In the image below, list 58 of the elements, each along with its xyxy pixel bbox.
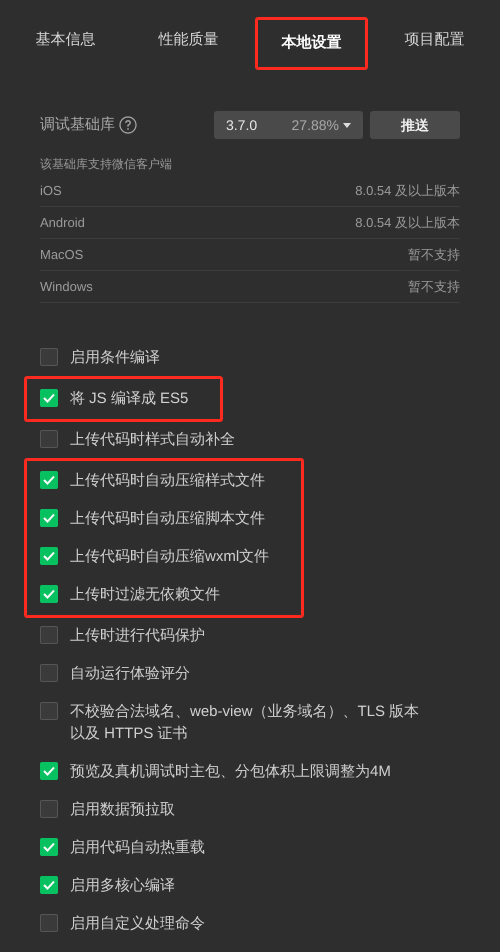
- option-label: 启用条件编译: [70, 348, 160, 368]
- support-value: 8.0.54 及以上版本: [355, 182, 460, 200]
- option-label: 上传代码时自动压缩脚本文件: [70, 509, 265, 529]
- checkbox[interactable]: [40, 585, 58, 603]
- option-label: 上传代码时自动压缩样式文件: [70, 471, 265, 491]
- checkbox[interactable]: [40, 389, 58, 407]
- version-text: 3.7.0: [226, 116, 258, 134]
- checkbox[interactable]: [40, 876, 58, 894]
- support-value: 8.0.54 及以上版本: [355, 214, 460, 232]
- check-icon: [43, 589, 55, 599]
- check-icon: [43, 766, 55, 776]
- tab[interactable]: 本地设置: [255, 17, 368, 70]
- option-label: 不校验合法域名、web-view（业务域名）、TLS 版本以及 HTTPS 证书: [70, 702, 420, 744]
- caret-icon: [343, 122, 351, 128]
- tab[interactable]: 性能质量: [132, 17, 245, 70]
- option-label: 上传代码时自动压缩wxml文件: [70, 547, 270, 567]
- checkbox[interactable]: [40, 762, 58, 780]
- option-label: 将 JS 编译成 ES5: [70, 389, 188, 409]
- check-icon: [43, 880, 55, 890]
- setting-label: 调试基础库: [40, 114, 115, 135]
- option-label: 上传时过滤无依赖文件: [70, 585, 220, 605]
- platform-name: Windows: [40, 278, 93, 296]
- checkbox[interactable]: [40, 430, 58, 448]
- check-icon: [43, 475, 55, 485]
- push-button[interactable]: 推送: [370, 111, 460, 139]
- checkbox[interactable]: [40, 914, 58, 932]
- checkbox[interactable]: [40, 838, 58, 856]
- platform-name: MacOS: [40, 246, 84, 264]
- tab[interactable]: 项目配置: [378, 17, 491, 70]
- tab[interactable]: 基本信息: [9, 17, 122, 70]
- option-label: 启用代码自动热重载: [70, 838, 205, 858]
- option-label: 预览及真机调试时主包、分包体积上限调整为4M: [70, 762, 391, 782]
- checkbox[interactable]: [40, 800, 58, 818]
- checkbox[interactable]: [40, 547, 58, 565]
- check-icon: [43, 393, 55, 403]
- check-icon: [43, 513, 55, 523]
- checkbox[interactable]: [40, 348, 58, 366]
- checkbox[interactable]: [40, 626, 58, 644]
- check-icon: [43, 551, 55, 561]
- checkbox[interactable]: [40, 471, 58, 489]
- support-title: 该基础库支持微信客户端: [40, 156, 173, 173]
- option-label: 自动运行体验评分: [70, 664, 190, 684]
- option-label: 启用自定义处理命令: [70, 914, 205, 934]
- check-icon: [43, 842, 55, 852]
- checkbox[interactable]: [40, 702, 58, 720]
- usage-share: 27.88%: [292, 116, 339, 134]
- option-label: 上传时进行代码保护: [70, 626, 205, 646]
- support-value: 暂不支持: [408, 246, 460, 264]
- checkbox[interactable]: [40, 509, 58, 527]
- version-dropdown[interactable]: 3.7.0 27.88%: [214, 111, 363, 139]
- option-label: 启用数据预拉取: [70, 800, 175, 820]
- option-label: 启用多核心编译: [70, 876, 175, 896]
- help-icon: [119, 116, 137, 134]
- platform-name: iOS: [40, 182, 62, 200]
- option-label: 上传代码时样式自动补全: [70, 430, 235, 450]
- platform-name: Android: [40, 214, 85, 232]
- checkbox[interactable]: [40, 664, 58, 682]
- support-value: 暂不支持: [408, 278, 460, 296]
